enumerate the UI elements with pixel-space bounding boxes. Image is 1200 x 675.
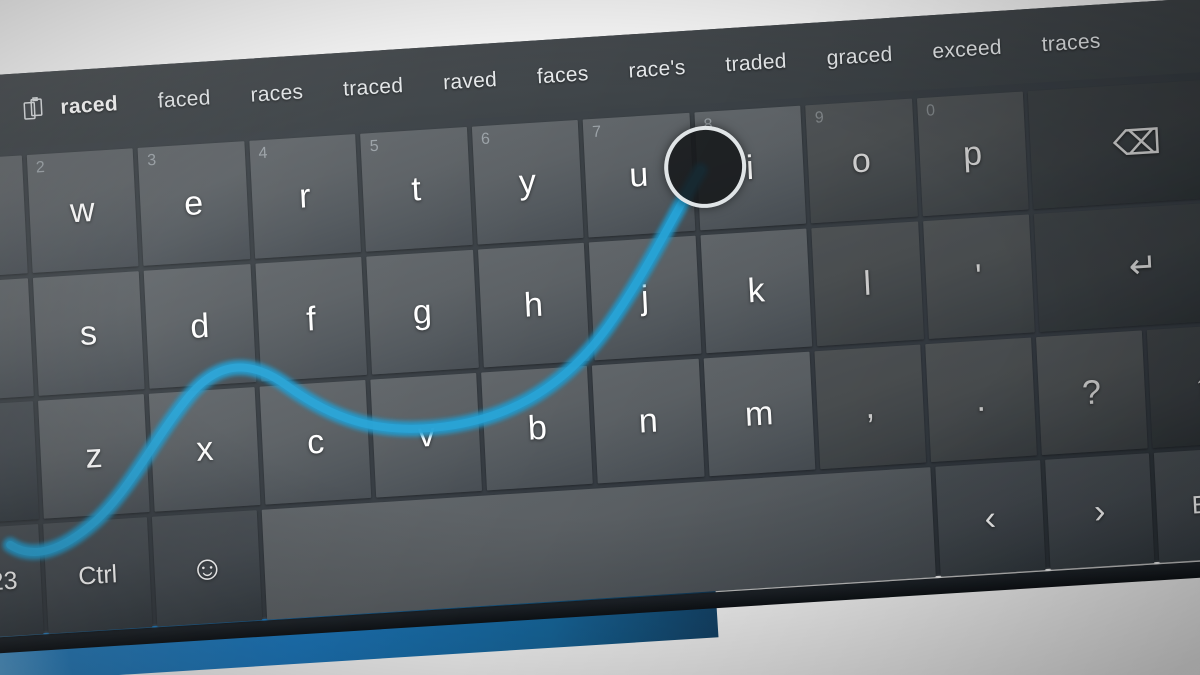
key-number-label: 4: [258, 144, 268, 163]
suggestion-word[interactable]: race's: [628, 56, 686, 84]
key-label: EN: [1191, 488, 1200, 520]
key-label: b: [527, 408, 548, 448]
key-label: h: [523, 285, 544, 325]
key-label: t: [410, 170, 422, 209]
key-,[interactable]: ,: [814, 344, 926, 470]
key-label: Ctrl: [77, 559, 118, 591]
key-z[interactable]: z: [38, 394, 150, 519]
enter-icon[interactable]: ↵: [1033, 200, 1200, 332]
key-label: ↵: [1127, 246, 1159, 287]
key-label: w: [69, 190, 96, 231]
key-label: ': [974, 257, 983, 296]
key-l[interactable]: l: [811, 221, 924, 347]
clipboard-icon[interactable]: [20, 96, 47, 124]
screen-photo: raced faced races traced raved faces race's tra…: [0, 0, 1200, 675]
suggestion-word[interactable]: races: [250, 80, 304, 107]
key-label: e: [183, 183, 205, 224]
key-label: ‹: [983, 499, 997, 538]
key-label: s: [79, 313, 98, 354]
suggestion-word[interactable]: traded: [725, 50, 787, 78]
key-label: z: [84, 436, 104, 476]
emoji-icon[interactable]: ☺: [152, 510, 263, 627]
key-label: d: [189, 306, 211, 346]
touch-keyboard-plane: raced faced races traced raved faces race's tra…: [0, 0, 1200, 664]
key-label: ↑: [1193, 366, 1200, 406]
key-p[interactable]: 0p: [916, 91, 1029, 217]
key-number-label: 3: [146, 151, 157, 170]
suggestion-word[interactable]: raved: [443, 68, 498, 95]
key-number-label: 6: [480, 130, 491, 149]
suggestion-word[interactable]: traced: [343, 74, 404, 102]
key-number-label: 7: [591, 123, 602, 142]
key-number-label: 0: [925, 102, 936, 120]
key-number-label: 9: [814, 109, 825, 127]
key-label: m: [744, 394, 775, 434]
key-label: x: [195, 429, 215, 469]
keyboard-toolbar: [0, 95, 61, 131]
key-&123[interactable]: &123: [0, 524, 44, 641]
shift-left-icon[interactable]: ↑: [0, 401, 39, 526]
key-number-label: 5: [369, 137, 380, 156]
key-label: f: [305, 300, 317, 339]
key-j[interactable]: j: [588, 235, 701, 361]
suggestion-word[interactable]: faced: [157, 86, 211, 113]
key-b[interactable]: b: [481, 365, 594, 491]
language-key[interactable]: EN: [1154, 446, 1200, 563]
key-y[interactable]: 6y: [471, 119, 584, 245]
key-q[interactable]: 1q: [0, 155, 28, 281]
key-s[interactable]: s: [32, 271, 145, 396]
suggestion-word[interactable]: raced: [60, 92, 119, 120]
suggestion-word[interactable]: graced: [826, 43, 893, 71]
arrow-right-icon[interactable]: ›: [1044, 453, 1155, 570]
key-label: .: [975, 380, 987, 420]
key-label: y: [518, 162, 537, 202]
key-n[interactable]: n: [592, 358, 705, 484]
key-label: n: [637, 401, 659, 441]
key-e[interactable]: 3e: [137, 141, 250, 266]
backspace-icon[interactable]: ⌫: [1027, 77, 1200, 210]
key-label: u: [628, 155, 650, 195]
arrow-left-icon[interactable]: ‹: [935, 460, 1046, 577]
touch-keyboard: raced faced races traced raved faces race's tra…: [0, 0, 1200, 641]
key-?[interactable]: ?: [1035, 330, 1148, 456]
key-label: ☺: [188, 548, 226, 589]
key-label: &123: [0, 566, 19, 598]
key-label: r: [298, 177, 312, 216]
key-c[interactable]: c: [259, 379, 372, 505]
key-label: ⌫: [1112, 122, 1162, 164]
key-label: v: [417, 415, 436, 455]
key-label: g: [411, 292, 433, 332]
key-label: j: [640, 278, 650, 318]
key-h[interactable]: h: [477, 242, 590, 368]
key-x[interactable]: x: [148, 387, 261, 512]
suggestion-word[interactable]: exceed: [932, 36, 1003, 64]
key-.[interactable]: .: [924, 337, 1037, 463]
key-label: l: [862, 264, 873, 304]
key-r[interactable]: 4r: [248, 134, 361, 259]
key-label: k: [746, 271, 766, 311]
key-label: ,: [864, 387, 876, 427]
key-k[interactable]: k: [700, 228, 813, 354]
key-label: p: [962, 134, 983, 174]
shift-right-icon[interactable]: ↑: [1146, 323, 1200, 448]
key-d[interactable]: d: [143, 264, 256, 389]
key-a[interactable]: a: [0, 278, 34, 403]
key-label: ›: [1093, 492, 1107, 531]
key-t[interactable]: 5t: [360, 127, 473, 252]
key-label: i: [745, 148, 755, 188]
key-w[interactable]: 2w: [26, 148, 139, 273]
key-g[interactable]: g: [366, 249, 479, 375]
suggestion-word[interactable]: faces: [536, 62, 589, 89]
key-label: c: [306, 422, 326, 462]
key-Ctrl[interactable]: Ctrl: [42, 517, 153, 634]
key-label: ?: [1081, 373, 1103, 413]
key-label: o: [850, 141, 872, 181]
key-o[interactable]: 9o: [805, 98, 918, 224]
key-'[interactable]: ': [922, 214, 1035, 340]
key-f[interactable]: f: [254, 256, 368, 382]
key-m[interactable]: m: [703, 351, 815, 477]
suggestion-word[interactable]: traces: [1041, 29, 1101, 57]
key-v[interactable]: v: [370, 372, 483, 498]
key-number-label: 2: [35, 158, 46, 177]
